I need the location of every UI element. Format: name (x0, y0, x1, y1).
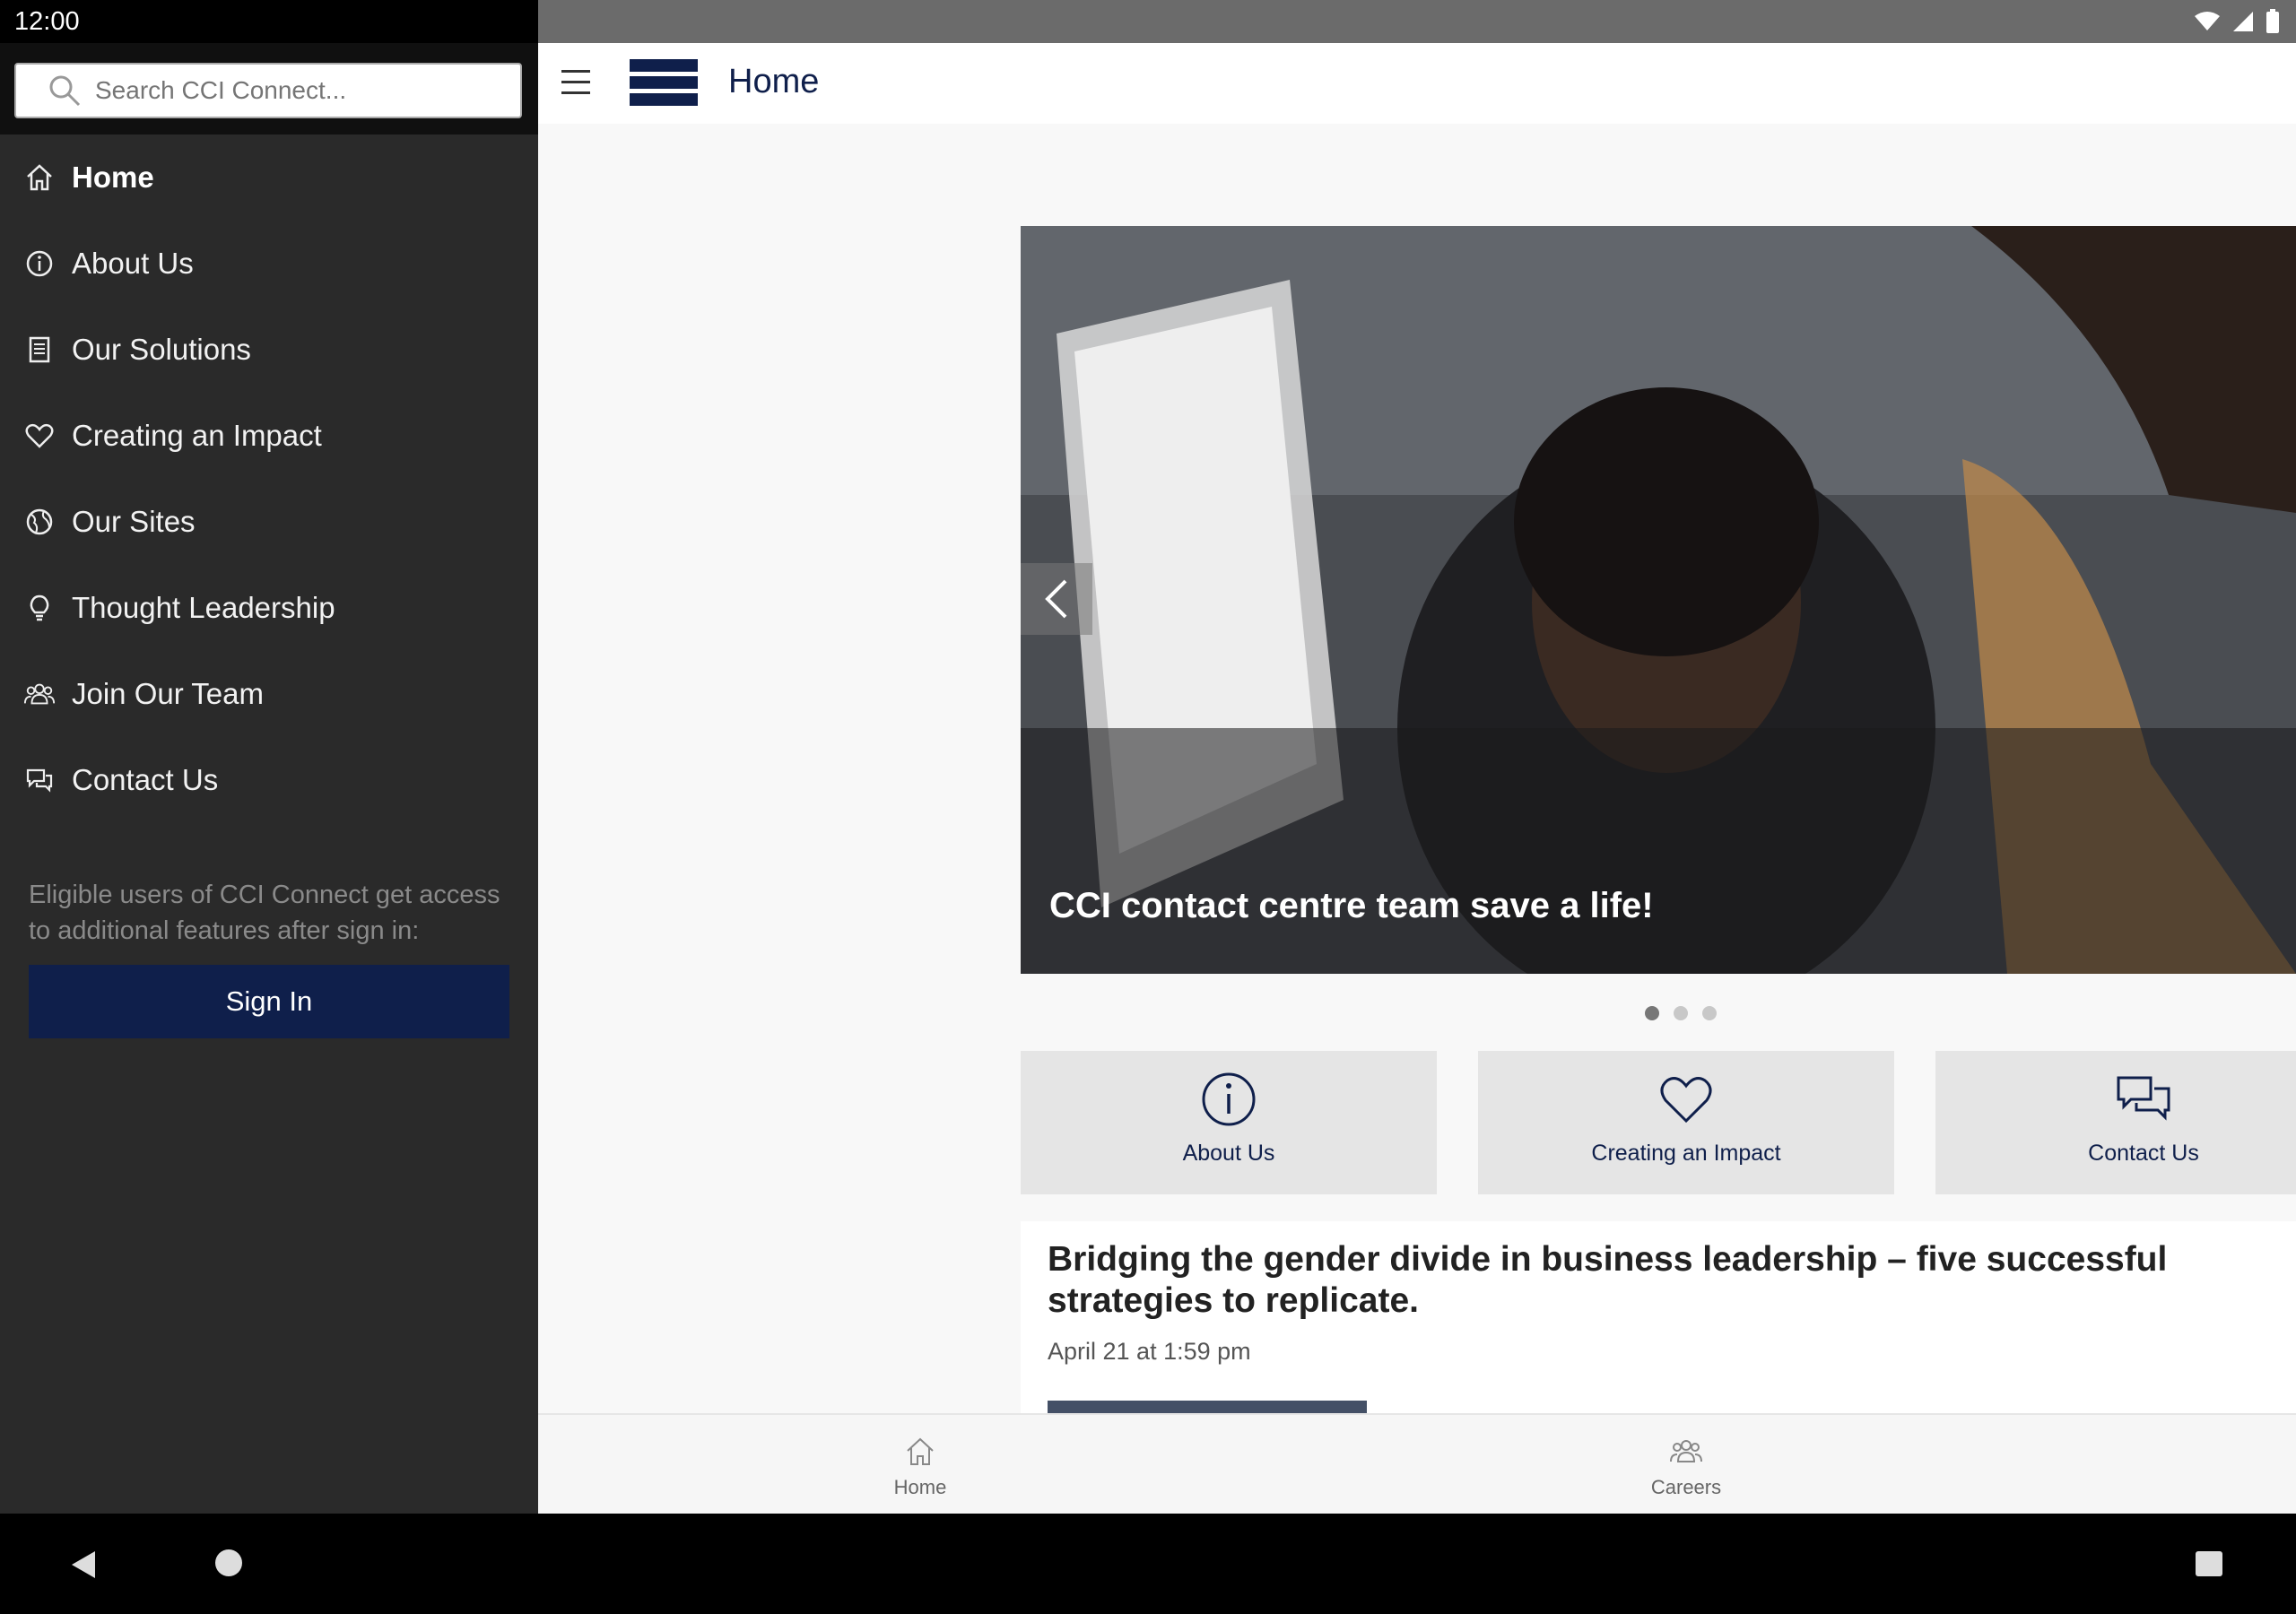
carousel-prev-button[interactable] (1021, 563, 1092, 635)
quick-links: About Us Creating an Impact Contact Us (1021, 1051, 2296, 1194)
heart-icon (1660, 1077, 1712, 1124)
drawer-nav-list: Home About Us Our Solutions Creating an … (0, 134, 538, 823)
menu-icon[interactable] (561, 70, 590, 95)
tile-contact-us[interactable]: Contact Us (1935, 1051, 2296, 1194)
globe-icon (23, 506, 56, 538)
chevron-left-icon (1045, 579, 1067, 619)
chat-icon (2117, 1076, 2170, 1121)
drawer-item-label: Creating an Impact (72, 419, 322, 452)
drawer-item-label: Thought Leadership (72, 591, 335, 624)
tile-label: Creating an Impact (1591, 1141, 1781, 1166)
navigation-drawer: Home About Us Our Solutions Creating an … (0, 43, 538, 1514)
page-title: Home (728, 63, 820, 100)
team-icon (1670, 1440, 1702, 1462)
document-icon (23, 334, 56, 366)
signal-icon (2233, 12, 2253, 31)
carousel-dot[interactable] (1674, 1006, 1688, 1020)
status-bar-right (538, 0, 2296, 43)
search-icon (49, 75, 81, 107)
home-icon (907, 1437, 934, 1465)
bottom-nav-home[interactable]: Home (831, 1415, 1010, 1514)
search-box[interactable] (14, 63, 522, 118)
drawer-item-our-sites[interactable]: Our Sites (0, 479, 538, 565)
drawer-item-our-solutions[interactable]: Our Solutions (0, 307, 538, 393)
status-time: 12:00 (14, 7, 80, 36)
chat-icon (23, 764, 56, 796)
carousel-dots (1645, 1006, 1717, 1020)
app-bar: Home (538, 43, 2296, 124)
heart-icon (23, 420, 56, 452)
tile-label: About Us (1182, 1141, 1275, 1166)
drawer-item-join-our-team[interactable]: Join Our Team (0, 651, 538, 737)
main-content: Home CCI contact centre team save a life… (538, 43, 2296, 1514)
bottom-nav-careers[interactable]: Careers (1596, 1415, 1776, 1514)
search-input[interactable] (95, 76, 499, 105)
drawer-item-label: Home (72, 161, 154, 194)
bottom-navigation: Home Careers (538, 1413, 2296, 1514)
sign-in-note: Eligible users of CCI Connect get access… (29, 881, 500, 945)
info-icon (23, 247, 56, 280)
carousel-photo (1021, 226, 2296, 974)
home-icon (23, 161, 56, 194)
carousel-dot[interactable] (1702, 1006, 1717, 1020)
news-title[interactable]: Bridging the gender divide in business l… (1048, 1239, 2296, 1322)
news-date: April 21 at 1:59 pm (1048, 1338, 1251, 1365)
status-icons (2194, 9, 2280, 34)
lightbulb-icon (23, 592, 56, 624)
drawer-item-creating-an-impact[interactable]: Creating an Impact (0, 393, 538, 479)
status-bar: 12:00 (0, 0, 2296, 43)
drawer-item-label: Join Our Team (72, 677, 264, 710)
cci-logo (630, 59, 698, 106)
home-button[interactable] (215, 1549, 242, 1576)
drawer-item-home[interactable]: Home (0, 134, 538, 221)
wifi-icon (2195, 12, 2220, 30)
system-navigation-bar (0, 1514, 2296, 1614)
drawer-item-label: Our Sites (72, 505, 196, 538)
drawer-item-label: Our Solutions (72, 333, 251, 366)
image-carousel[interactable]: CCI contact centre team save a life! (1021, 226, 2296, 974)
sign-in-button[interactable]: Sign In (29, 965, 509, 1038)
drawer-item-thought-leadership[interactable]: Thought Leadership (0, 565, 538, 651)
status-bar-left: 12:00 (0, 0, 538, 43)
bottom-nav-label: Careers (1650, 1476, 1722, 1498)
tile-about-us[interactable]: About Us (1021, 1051, 1437, 1194)
team-icon (23, 678, 56, 710)
drawer-item-label: About Us (72, 247, 194, 280)
back-icon[interactable] (70, 1549, 97, 1580)
drawer-item-about-us[interactable]: About Us (0, 221, 538, 307)
tile-label: Contact Us (2088, 1141, 2199, 1166)
drawer-item-label: Contact Us (72, 763, 219, 796)
carousel-dot[interactable] (1645, 1006, 1659, 1020)
drawer-item-contact-us[interactable]: Contact Us (0, 737, 538, 823)
recent-apps-button[interactable] (2196, 1551, 2222, 1576)
drawer-search-area (0, 43, 538, 134)
battery-icon (2266, 9, 2279, 33)
info-icon (1202, 1072, 1256, 1126)
tile-creating-an-impact[interactable]: Creating an Impact (1478, 1051, 1894, 1194)
carousel-caption: CCI contact centre team save a life! (1049, 886, 1654, 925)
bottom-nav-label: Home (893, 1476, 947, 1498)
